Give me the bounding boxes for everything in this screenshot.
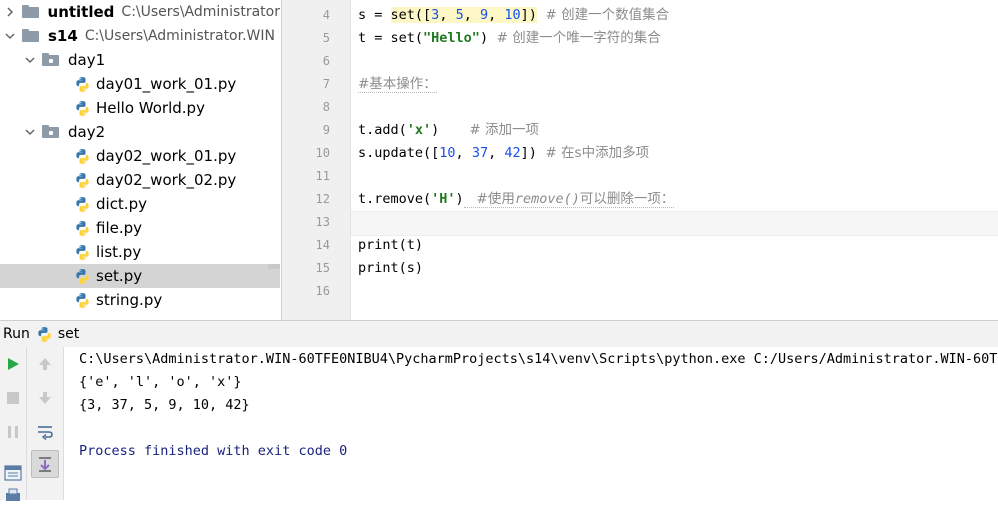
code-line[interactable]: t.add('x') # 添加一项 — [358, 119, 539, 142]
tree-item-label: untitled — [47, 3, 115, 21]
tree-item-file[interactable]: day02_work_01.py — [0, 144, 280, 168]
tree-item-file[interactable]: file.py — [0, 216, 280, 240]
run-title: Run — [3, 326, 30, 342]
code-line[interactable]: print(s) — [358, 257, 423, 280]
project-tree-panel: untitled C:\Users\Administrator s14 C:\U… — [0, 0, 280, 320]
python-file-icon — [76, 268, 89, 284]
line-number: 5 — [322, 31, 330, 45]
python-file-icon — [76, 244, 89, 260]
python-file-icon — [76, 148, 89, 164]
pause-button[interactable] — [2, 421, 24, 443]
tree-item-label: string.py — [96, 291, 163, 309]
play-icon — [8, 358, 19, 370]
python-file-icon — [76, 292, 89, 308]
tree-item-label: day01_work_01.py — [96, 75, 237, 93]
console-output[interactable]: C:\Users\Administrator.WIN-60TFE0NIBU4\P… — [64, 347, 998, 500]
line-number: 7 — [322, 77, 330, 91]
tree-item-label: day1 — [68, 51, 106, 69]
line-number: 13 — [315, 215, 330, 229]
chevron-down-icon[interactable] — [24, 126, 36, 138]
tree-scrollbar[interactable] — [268, 264, 280, 269]
tree-item-untitled[interactable]: untitled C:\Users\Administrator — [0, 0, 280, 24]
package-folder-icon — [42, 125, 59, 139]
tree-item-day1[interactable]: day1 — [0, 48, 280, 72]
code-line[interactable]: s.update([10, 37, 42]) # 在s中添加多项 — [358, 142, 649, 165]
run-tool-window-header: Run set — [0, 320, 998, 348]
tree-item-label: day2 — [68, 123, 106, 141]
console-output-line: {'e', 'l', 'o', 'x'} — [79, 374, 242, 390]
code-line[interactable]: #基本操作： — [358, 73, 437, 96]
stop-icon — [7, 392, 19, 404]
chevron-down-icon[interactable] — [24, 54, 36, 66]
scroll-to-end-button[interactable] — [31, 450, 59, 478]
line-number: 14 — [315, 238, 330, 252]
line-number: 12 — [315, 192, 330, 206]
tree-item-file[interactable]: list.py — [0, 240, 280, 264]
tree-item-file[interactable]: Hello World.py — [0, 96, 280, 120]
python-file-icon — [76, 76, 89, 92]
code-line[interactable]: s = set([3, 5, 9, 10]) # 创建一个数值集合 — [358, 4, 669, 27]
python-file-icon — [76, 220, 89, 236]
tree-item-file[interactable]: dict.py — [0, 192, 280, 216]
project-folder-icon — [21, 5, 39, 19]
scroll-to-end-icon — [39, 457, 51, 472]
tree-item-label: s14 — [48, 27, 78, 45]
scroll-down-button[interactable] — [34, 387, 56, 409]
package-folder-icon — [42, 53, 59, 67]
tree-item-s14[interactable]: s14 C:\Users\Administrator.WIN — [0, 24, 280, 48]
tree-item-label: set.py — [96, 267, 143, 285]
tree-item-file[interactable]: day01_work_01.py — [0, 72, 280, 96]
line-number: 4 — [322, 8, 330, 22]
current-line-highlight — [351, 211, 998, 236]
project-folder-icon — [22, 29, 39, 43]
python-file-icon — [76, 100, 89, 116]
run-toolbar-secondary — [27, 347, 64, 500]
code-line[interactable]: print(t) — [358, 234, 423, 257]
project-path: C:\Users\Administrator.WIN — [84, 28, 275, 44]
console-output-line: {3, 37, 5, 9, 10, 42} — [79, 397, 250, 413]
line-number: 15 — [315, 261, 330, 275]
code-line[interactable]: t.remove('H') #使用remove()可以删除一项： — [358, 188, 675, 211]
chevron-right-icon[interactable] — [4, 6, 16, 18]
tree-item-label: day02_work_02.py — [96, 171, 237, 189]
stop-button[interactable] — [2, 387, 24, 409]
tree-item-label: file.py — [96, 219, 143, 237]
pause-icon — [8, 426, 18, 438]
tree-item-label: dict.py — [96, 195, 147, 213]
chevron-down-icon[interactable] — [4, 30, 16, 42]
tree-item-file[interactable]: string.py — [0, 288, 280, 312]
python-config-icon — [38, 326, 51, 342]
tree-item-day2[interactable]: day2 — [0, 120, 280, 144]
tree-item-label: Hello World.py — [96, 99, 205, 117]
line-number: 10 — [315, 146, 330, 160]
tree-item-label: day02_work_01.py — [96, 147, 237, 165]
line-number: 9 — [322, 123, 330, 137]
scroll-up-button[interactable] — [34, 353, 56, 375]
console-command-line: C:\Users\Administrator.WIN-60TFE0NIBU4\P… — [79, 351, 998, 367]
tree-item-file[interactable]: day02_work_02.py — [0, 168, 280, 192]
soft-wrap-icon — [38, 426, 53, 440]
console-exit-message: Process finished with exit code 0 — [79, 443, 348, 459]
tree-item-label: list.py — [96, 243, 142, 261]
project-path: C:\Users\Administrator — [121, 4, 280, 20]
layout-icon — [4, 465, 22, 481]
run-toolbar-primary — [0, 347, 27, 501]
print-icon — [6, 488, 20, 501]
run-config-tab[interactable]: set — [58, 326, 79, 342]
line-number: 8 — [322, 100, 330, 114]
rerun-button[interactable] — [2, 353, 24, 375]
code-line[interactable]: t = set("Hello") # 创建一个唯一字符的集合 — [358, 27, 661, 50]
arrow-up-icon — [39, 358, 51, 370]
line-number: 11 — [315, 169, 330, 183]
python-file-icon — [76, 196, 89, 212]
line-number: 16 — [315, 284, 330, 298]
code-editor[interactable]: 4 5 6 7 8 9 10 11 12 13 14 15 16 s = set… — [281, 0, 998, 320]
layout-button[interactable] — [2, 462, 24, 484]
tree-item-file-selected[interactable]: set.py — [0, 264, 280, 288]
arrow-down-icon — [39, 392, 51, 404]
line-number: 6 — [322, 54, 330, 68]
python-file-icon — [76, 172, 89, 188]
soft-wrap-button[interactable] — [34, 421, 56, 443]
print-button[interactable] — [2, 485, 24, 507]
